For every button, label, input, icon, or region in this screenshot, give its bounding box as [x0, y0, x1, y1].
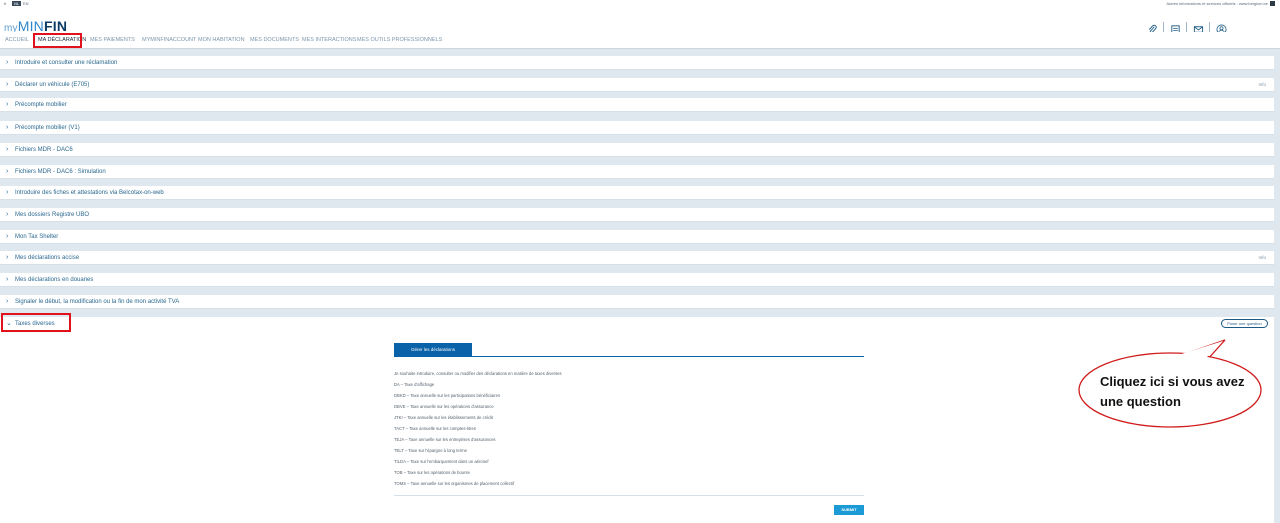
tax-link[interactable]: DBVE – Taxe annuelle sur les opérations … [394, 404, 494, 409]
accordion-row[interactable]: › Signaler le début, la modification ou l… [0, 295, 1274, 309]
gov-link[interactable]: Autres informations et services officiel… [1166, 1, 1268, 6]
row-label: Précompte mobilier (V1) [15, 125, 80, 131]
taxes-highlight-box [1, 313, 71, 332]
accordion-row[interactable]: › Mon Tax Shelter [0, 230, 1274, 244]
nav-mes-interactions[interactable]: MES INTERACTIONS [302, 36, 356, 44]
chevron-right-icon: › [6, 124, 9, 131]
chevron-right-icon: › [6, 254, 9, 261]
chevron-right-icon: › [6, 189, 9, 196]
row-label: Introduire des fiches et attestations vi… [15, 190, 164, 196]
accordion-row[interactable]: › Fichiers MDR - DAC6 [0, 143, 1274, 157]
chevron-right-icon: › [6, 298, 9, 305]
accordion-row[interactable]: › Précompte mobilier (V1) [0, 121, 1274, 135]
lang-nl[interactable]: NL [12, 1, 22, 6]
row-label: Fichiers MDR - DAC6 [15, 147, 73, 153]
nav-mes-documents[interactable]: MES DOCUMENTS [250, 36, 299, 44]
row-label: Précompte mobilier [15, 102, 67, 108]
chevron-right-icon: › [6, 81, 9, 88]
tax-link[interactable]: TACT – Taxe annuelle sur les comptes-tit… [394, 426, 476, 431]
row-label: Introduire et consulter une réclamation [15, 60, 118, 66]
row-label: Mes dossiers Registre UBO [15, 212, 90, 218]
nav-myminfinaccount[interactable]: MYMINFINACCOUNT [142, 36, 196, 44]
lang-fr[interactable]: fr [4, 1, 6, 6]
accordion-row[interactable]: › Mes déclarations accise Info [0, 251, 1274, 265]
callout-bubble: Cliquez ici si vous avez une question [1075, 336, 1265, 431]
header: myMINFIN [0, 8, 1280, 36]
info-link[interactable]: Info [1258, 255, 1266, 260]
nav-highlight-box [33, 33, 82, 48]
top-strip: fr NL EN Autres informations et services… [0, 0, 1280, 8]
belgium-flag-icon [1270, 1, 1275, 6]
chevron-right-icon: › [6, 211, 9, 218]
accordion-row[interactable]: › Fichiers MDR - DAC6 : Simulation [0, 165, 1274, 179]
tax-link[interactable]: TILDA – Taxe sur l'embarquement dans un … [394, 459, 489, 464]
separator [394, 495, 864, 496]
row-label: Fichiers MDR - DAC6 : Simulation [15, 169, 106, 175]
submit-button[interactable]: SUBMIT [834, 505, 864, 515]
row-label: Mes déclarations en douanes [15, 277, 94, 283]
row-label: Déclarer un véhicule (E705) [15, 82, 90, 88]
accordion-row[interactable]: › Déclarer un véhicule (E705) Info [0, 78, 1274, 92]
accordion-row[interactable]: › Introduire et consulter une réclamation [0, 56, 1274, 70]
chevron-right-icon: › [6, 233, 9, 240]
chevron-right-icon: › [6, 276, 9, 283]
chevron-right-icon: › [6, 146, 9, 153]
row-label: Signaler le début, la modification ou la… [15, 299, 180, 305]
tax-link[interactable]: DA – Taxe d'affichage [394, 382, 434, 387]
accordion-row[interactable]: › Mes déclarations en douanes [0, 273, 1274, 287]
tax-link[interactable]: TELT – Taxe sur l'épargne à long terme [394, 448, 467, 453]
row-label: Mes déclarations accise [15, 255, 80, 261]
accordion-row[interactable]: › Précompte mobilier [0, 98, 1274, 112]
tax-link[interactable]: TOB – Taxe sur les opérations de bourse [394, 470, 470, 475]
tab-underline [394, 356, 864, 357]
chevron-right-icon: › [6, 59, 9, 66]
accordion-row[interactable]: › Mes dossiers Registre UBO [0, 208, 1274, 222]
info-link[interactable]: Info [1258, 82, 1266, 87]
chevron-right-icon: › [6, 101, 9, 108]
nav-mes-paiements[interactable]: MES PAIEMENTS [90, 36, 135, 44]
intro-text: Je souhaite introduire, consulter ou mod… [394, 371, 562, 376]
main-nav: ACCUEIL MA DÉCLARATION MES PAIEMENTS MYM… [0, 32, 1280, 49]
tax-link[interactable]: TEJA – Taxe annuelle sur les entreprises… [394, 437, 496, 442]
callout-text: Cliquez ici si vous avez une question [1100, 374, 1245, 409]
nav-mon-habitation[interactable]: MON HABITATION [198, 36, 245, 44]
tax-link[interactable]: DBKD – Taxe annuelle sur les participati… [394, 393, 500, 398]
lang-en[interactable]: EN [23, 1, 29, 6]
tax-link[interactable]: JTKI – Taxe annuelle sur les établisseme… [394, 415, 493, 420]
accordion-row[interactable]: › Introduire des fiches et attestations v… [0, 186, 1274, 200]
nav-accueil[interactable]: ACCUEIL [5, 36, 29, 44]
poser-question-button[interactable]: Poser une question [1221, 319, 1268, 328]
nav-mes-outils-professionnels[interactable]: MES OUTILS PROFESSIONNELS [357, 36, 442, 44]
chevron-right-icon: › [6, 168, 9, 175]
tax-link[interactable]: TOMS – Taxe annuelle sur les organismes … [394, 481, 514, 486]
row-label: Mon Tax Shelter [15, 234, 59, 240]
tab-gerer-declarations[interactable]: Gérer les déclarations [394, 343, 472, 357]
